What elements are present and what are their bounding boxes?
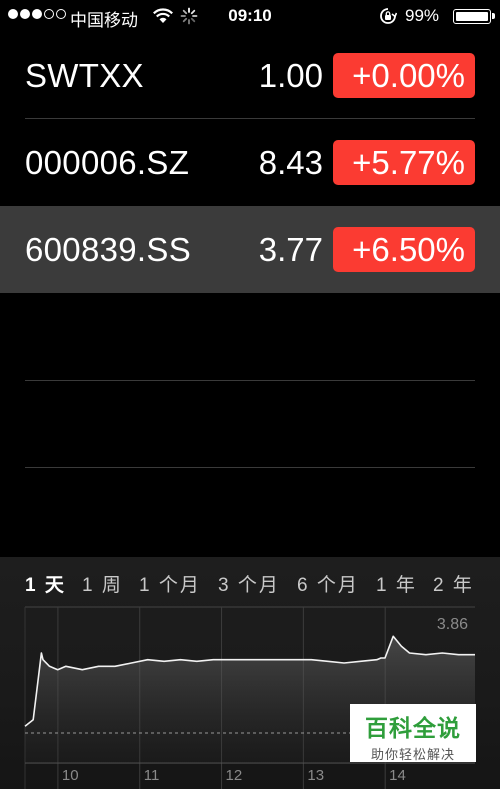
watermark-logo: 百科全说 助你轻松解决	[350, 704, 476, 762]
max-price-label: 3.86	[437, 616, 468, 633]
change-badge[interactable]: +5.77%	[333, 140, 475, 185]
row-divider	[25, 380, 475, 381]
stock-price: 3.77	[258, 230, 323, 268]
battery-percentage: 99%	[405, 6, 440, 25]
row-divider	[25, 467, 475, 468]
range-1-day[interactable]: 1 天	[25, 570, 66, 597]
stock-symbol: SWTXX	[25, 56, 144, 94]
battery-icon	[453, 9, 495, 24]
stock-row-000006-sz[interactable]: 000006.SZ 8.43 +5.77%	[0, 119, 500, 206]
x-tick-label: 10	[62, 767, 79, 784]
range-1-month[interactable]: 1 个月	[139, 570, 201, 597]
watermark-subtitle: 助你轻松解决	[370, 747, 455, 762]
change-badge[interactable]: +6.50%	[333, 227, 475, 272]
range-2-years[interactable]: 2 年	[433, 570, 474, 597]
range-1-year[interactable]: 1 年	[376, 570, 417, 597]
stock-price: 8.43	[258, 143, 323, 181]
stock-row-600839-ss[interactable]: 600839.SS 3.77 +6.50%	[0, 206, 500, 293]
range-1-week[interactable]: 1 周	[82, 570, 123, 597]
range-6-months[interactable]: 6 个月	[297, 570, 359, 597]
stock-symbol: 600839.SS	[25, 230, 192, 268]
status-bar: 中国移动 09:10 99%	[0, 0, 500, 32]
change-badge[interactable]: +0.00%	[333, 53, 475, 98]
x-tick-label: 14	[389, 767, 406, 784]
x-tick-label: 13	[307, 767, 324, 784]
x-tick-label: 12	[226, 767, 243, 784]
range-selector: 1 天 1 周 1 个月 3 个月 6 个月 1 年 2 年	[0, 557, 500, 605]
stock-price: 1.00	[258, 56, 323, 94]
stock-symbol: 000006.SZ	[25, 143, 190, 181]
x-tick-label: 11	[144, 767, 160, 784]
range-3-months[interactable]: 3 个月	[218, 570, 280, 597]
stock-row-swtxx[interactable]: SWTXX 1.00 +0.00%	[0, 32, 500, 119]
rotation-lock-icon	[380, 8, 397, 24]
stock-list: SWTXX 1.00 +0.00% 000006.SZ 8.43 +5.77% …	[0, 32, 500, 468]
watermark-title: 百科全说	[365, 715, 461, 741]
